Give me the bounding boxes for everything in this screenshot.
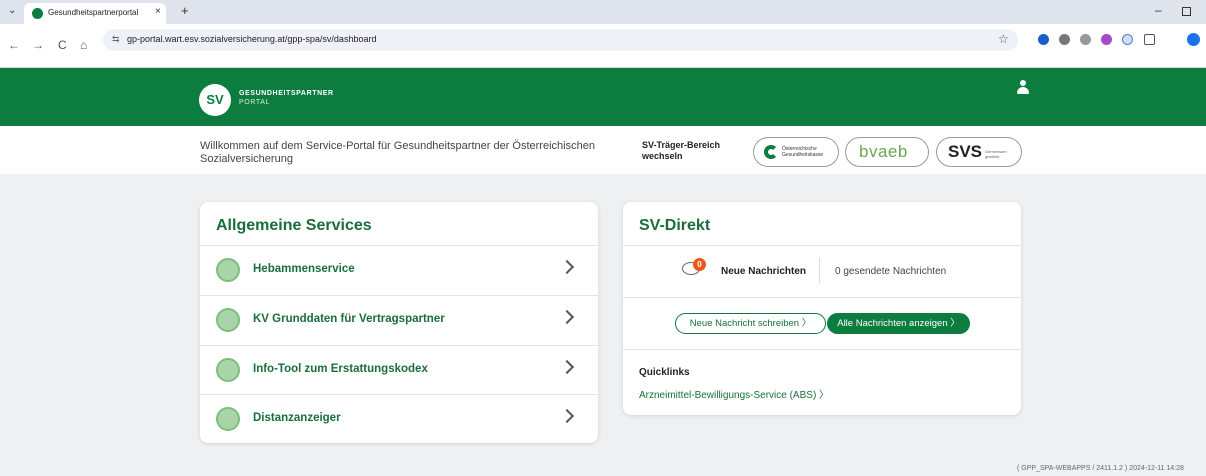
service-label: Distanzanzeiger bbox=[253, 412, 341, 424]
service-label: Hebammenservice bbox=[253, 263, 355, 275]
logo-title: GESUNDHEITSPARTNER bbox=[239, 90, 334, 97]
tab-list-icon[interactable]: ⌄ bbox=[8, 5, 16, 16]
traeger-bvaeb-button[interactable]: bvaeb bbox=[845, 137, 929, 167]
chevron-right-icon bbox=[559, 309, 575, 325]
logo-subtitle: PORTAL bbox=[239, 99, 270, 106]
unread-badge: 0 bbox=[693, 258, 706, 271]
new-tab-button[interactable]: + bbox=[181, 3, 189, 18]
bookmark-star-icon[interactable]: ☆ bbox=[998, 32, 1009, 46]
extension-icon[interactable] bbox=[1038, 34, 1049, 45]
service-row[interactable]: Distanzanzeiger bbox=[200, 394, 598, 444]
back-icon[interactable]: ← bbox=[8, 38, 20, 52]
sent-messages-link[interactable]: 0 gesendete Nachrichten bbox=[835, 266, 946, 277]
message-bubble-icon[interactable]: 0 bbox=[682, 258, 706, 276]
messages-summary: 0 Neue Nachrichten 0 gesendete Nachricht… bbox=[623, 246, 1021, 297]
services-title: Allgemeine Services bbox=[216, 217, 372, 234]
hebammen-icon bbox=[216, 258, 240, 282]
traeger-oegk-button[interactable]: Österreichische Gesundheitskasse bbox=[753, 137, 839, 167]
oegk-logo-icon bbox=[764, 145, 778, 159]
extension-icon[interactable] bbox=[1122, 34, 1133, 45]
browser-tab-bar: ⌄ Gesundheitspartnerportal × + – bbox=[0, 0, 1206, 24]
home-icon[interactable]: ⌂ bbox=[80, 38, 87, 52]
service-label: KV Grunddaten für Vertragspartner bbox=[253, 313, 445, 325]
extension-icon[interactable] bbox=[1101, 34, 1112, 45]
service-row[interactable]: Info-Tool zum Erstattungskodex bbox=[200, 345, 598, 395]
divider bbox=[623, 349, 1021, 350]
quicklinks-title: Quicklinks bbox=[639, 367, 690, 378]
welcome-text: Willkommen auf dem Service-Portal für Ge… bbox=[200, 140, 595, 165]
show-all-messages-button[interactable]: Alle Nachrichten anzeigen 〉 bbox=[827, 313, 970, 334]
chevron-right-icon bbox=[559, 408, 575, 424]
profile-avatar-icon[interactable] bbox=[1187, 33, 1200, 46]
sv-logo-icon[interactable]: SV bbox=[199, 84, 231, 116]
bvaeb-logo-text: bvaeb bbox=[859, 142, 908, 161]
site-favicon-icon bbox=[32, 8, 43, 19]
browser-tab[interactable]: Gesundheitspartnerportal × bbox=[24, 3, 166, 24]
pills-icon bbox=[216, 358, 240, 382]
svdirekt-card: SV-Direkt 0 Neue Nachrichten 0 gesendete… bbox=[623, 202, 1021, 415]
traeger-svs-button[interactable]: SVS Gemeinsam gestärkt. bbox=[936, 137, 1022, 167]
service-row[interactable]: Hebammenservice bbox=[200, 245, 598, 295]
services-card: Allgemeine Services Hebammenservice KV G… bbox=[200, 202, 598, 443]
extension-icon[interactable] bbox=[1059, 34, 1070, 45]
divider bbox=[623, 297, 1021, 298]
forward-icon[interactable]: → bbox=[32, 38, 44, 52]
chevron-right-icon bbox=[559, 359, 575, 375]
url-text[interactable]: gp-portal.wart.esv.sozialversicherung.at… bbox=[127, 34, 376, 44]
site-info-icon[interactable]: ⇆ bbox=[112, 34, 120, 45]
welcome-band: Willkommen auf dem Service-Portal für Ge… bbox=[0, 126, 1206, 174]
extension-icon[interactable] bbox=[1080, 34, 1091, 45]
version-footer: ( GPP_SPA-WEBAPPS / 2411.1.2 ) 2024-12-1… bbox=[1017, 465, 1184, 472]
tab-title: Gesundheitspartnerportal bbox=[48, 8, 139, 17]
chevron-right-icon bbox=[559, 259, 575, 275]
restore-window-button[interactable] bbox=[1182, 7, 1191, 16]
svs-logo-text: SVS bbox=[948, 142, 983, 161]
service-label: Info-Tool zum Erstattungskodex bbox=[253, 363, 428, 375]
address-bar[interactable]: ⇆ gp-portal.wart.esv.sozialversicherung.… bbox=[103, 29, 1018, 51]
user-icon[interactable] bbox=[1016, 80, 1030, 96]
distance-map-icon bbox=[216, 407, 240, 431]
divider bbox=[819, 258, 820, 284]
tab-close-icon[interactable]: × bbox=[155, 6, 161, 17]
svdirekt-title: SV-Direkt bbox=[639, 217, 711, 234]
new-messages-link[interactable]: Neue Nachrichten bbox=[721, 266, 806, 277]
minimize-button[interactable]: – bbox=[1155, 3, 1162, 17]
site-header: SV GESUNDHEITSPARTNER PORTAL bbox=[0, 68, 1206, 126]
traeger-switch-label: SV-Träger-Bereich wechseln bbox=[642, 140, 721, 161]
abs-quicklink[interactable]: Arzneimittel-Bewilligungs-Service (ABS) … bbox=[639, 386, 829, 401]
stethoscope-icon bbox=[216, 308, 240, 332]
browser-toolbar: ← → C ⌂ ⇆ gp-portal.wart.esv.sozialversi… bbox=[0, 24, 1206, 68]
reload-icon[interactable]: C bbox=[58, 38, 67, 52]
service-row[interactable]: KV Grunddaten für Vertragspartner bbox=[200, 295, 598, 345]
extensions-puzzle-icon[interactable] bbox=[1144, 34, 1155, 45]
write-message-button[interactable]: Neue Nachricht schreiben 〉 bbox=[675, 313, 826, 334]
